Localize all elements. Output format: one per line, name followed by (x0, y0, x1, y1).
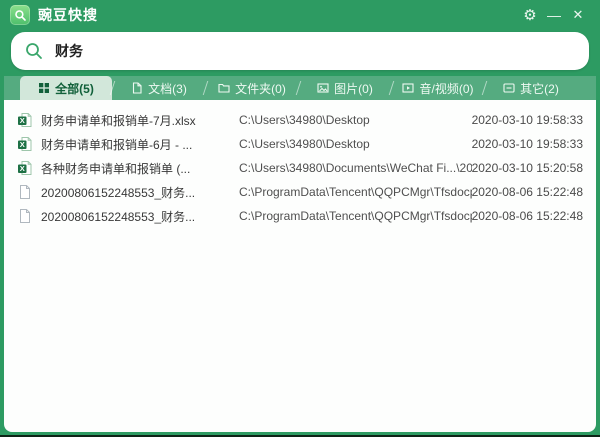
file-modified: 2020-03-10 15:20:58 (472, 161, 583, 175)
plain-file-icon (17, 208, 33, 224)
tab-label: 全部(5) (55, 80, 94, 97)
file-path: C:\Users\34980\Desktop (239, 113, 472, 127)
excel-file-icon: X (17, 136, 33, 152)
search-input[interactable] (53, 42, 576, 60)
image-icon (317, 82, 329, 94)
file-name: 财务申请单和报销单-7月.xlsx (41, 112, 239, 129)
document-icon (131, 82, 143, 94)
file-modified: 2020-03-10 19:58:33 (472, 113, 583, 127)
result-row[interactable]: 20200806152248553_财务... C:\ProgramData\T… (4, 180, 596, 204)
file-name: 各种财务申请单和报销单 (... (41, 160, 239, 177)
tab-documents[interactable]: 文档(3) (113, 76, 205, 100)
svg-text:X: X (20, 116, 25, 125)
tab-other[interactable]: 其它(2) (485, 76, 577, 100)
file-path: C:\ProgramData\Tencent\QQPCMgr\Tfsdocpro (239, 185, 472, 199)
grid-icon (38, 82, 50, 94)
close-button[interactable]: ✕ (566, 3, 590, 27)
file-name: 财务申请单和报销单-6月 - ... (41, 136, 239, 153)
result-row[interactable]: X 财务申请单和报销单-6月 - ... C:\Users\34980\Desk… (4, 132, 596, 156)
result-row[interactable]: X 财务申请单和报销单-7月.xlsx C:\Users\34980\Deskt… (4, 108, 596, 132)
svg-text:X: X (20, 164, 25, 173)
search-box[interactable] (11, 32, 589, 70)
search-icon (24, 41, 44, 61)
file-modified: 2020-08-06 15:22:48 (472, 185, 583, 199)
media-icon (402, 82, 414, 94)
results-panel: X 财务申请单和报销单-7月.xlsx C:\Users\34980\Deskt… (4, 100, 596, 432)
app-logo-magnifier-icon (10, 5, 30, 25)
tab-media[interactable]: 音/视频(0) (392, 76, 484, 100)
result-row[interactable]: 20200806152248553_财务... C:\ProgramData\T… (4, 204, 596, 228)
file-name: 20200806152248553_财务... (41, 184, 239, 201)
tab-bar: 全部(5) 文档(3) 文件夹(0) 图片(0) (4, 76, 596, 100)
titlebar: 豌豆快搜 ⚙ — ✕ (0, 0, 600, 30)
settings-gear-icon[interactable]: ⚙ (518, 3, 542, 27)
excel-file-icon: X (17, 112, 33, 128)
tab-label: 文件夹(0) (235, 80, 286, 97)
minimize-button[interactable]: — (542, 3, 566, 27)
file-path: C:\Users\34980\Desktop (239, 137, 472, 151)
tab-label: 文档(3) (148, 80, 187, 97)
svg-text:X: X (20, 140, 25, 149)
tab-label: 图片(0) (334, 80, 373, 97)
app-title: 豌豆快搜 (38, 5, 98, 25)
file-modified: 2020-03-10 19:58:33 (472, 137, 583, 151)
other-icon (503, 82, 515, 94)
result-row[interactable]: X 各种财务申请单和报销单 (... C:\Users\34980\Docume… (4, 156, 596, 180)
file-modified: 2020-08-06 15:22:48 (472, 209, 583, 223)
tab-label: 其它(2) (520, 80, 559, 97)
tab-images[interactable]: 图片(0) (299, 76, 391, 100)
file-path: C:\Users\34980\Documents\WeChat Fi...\20… (239, 161, 472, 175)
file-name: 20200806152248553_财务... (41, 208, 239, 225)
tab-label: 音/视频(0) (419, 80, 473, 97)
tab-folders[interactable]: 文件夹(0) (206, 76, 298, 100)
folder-icon (218, 82, 230, 94)
file-path: C:\ProgramData\Tencent\QQPCMgr\Tfsdocpro (239, 209, 472, 223)
plain-file-icon (17, 184, 33, 200)
tab-all[interactable]: 全部(5) (20, 76, 112, 100)
search-area (11, 32, 589, 70)
excel-file-icon: X (17, 160, 33, 176)
